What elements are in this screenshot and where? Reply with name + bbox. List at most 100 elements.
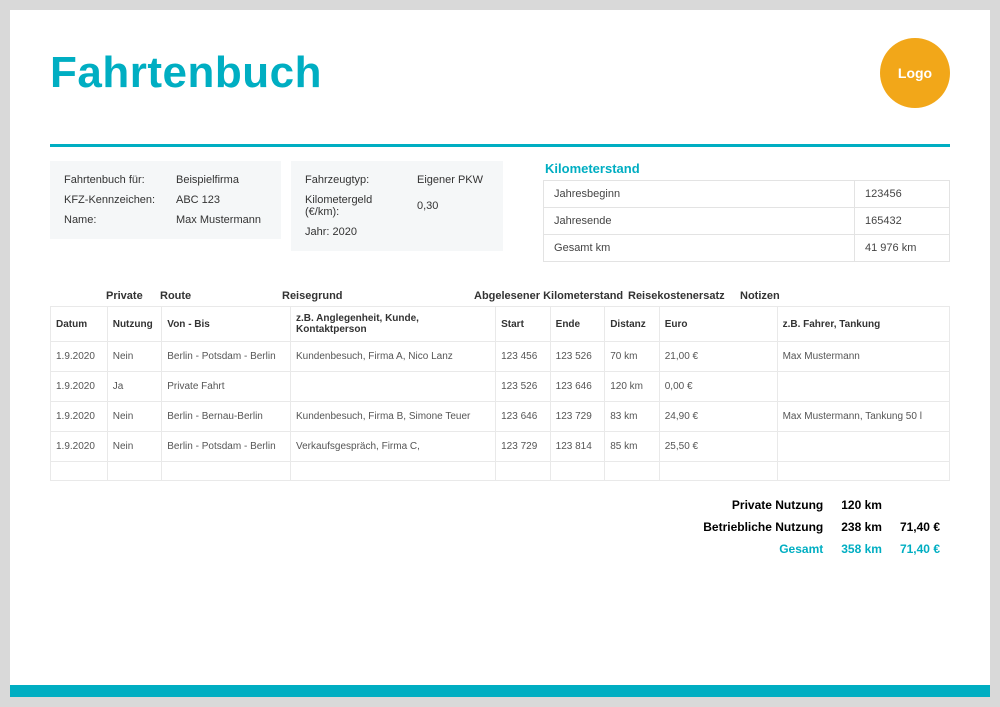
- label: Gesamt: [695, 539, 831, 559]
- cell-datum: 1.9.2020: [51, 372, 108, 402]
- group-notizen: Notizen: [740, 290, 950, 302]
- cell-start: [496, 462, 551, 481]
- cell-euro: 25,50 €: [659, 432, 777, 462]
- col-datum: Datum: [51, 307, 108, 342]
- label: Kilometergeld (€/km):: [305, 191, 415, 221]
- page: Fahrtenbuch Logo Fahrtenbuch für:Beispie…: [10, 10, 990, 697]
- cell-nutz: Nein: [107, 402, 162, 432]
- cell-dist: [605, 462, 660, 481]
- log-section: Private Route Reisegrund Abgelesener Kil…: [50, 290, 950, 481]
- table-row: 1.9.2020NeinBerlin - Bernau-BerlinKunden…: [51, 402, 950, 432]
- vehicle-info-box: Fahrzeugtyp:Eigener PKW Kilometergeld (€…: [291, 161, 503, 251]
- cell-euro: 21,00 €: [659, 342, 777, 372]
- cell-euro: [659, 462, 777, 481]
- cell-ende: 123 814: [550, 432, 605, 462]
- label: Private Nutzung: [695, 495, 831, 515]
- label: Name:: [64, 211, 174, 229]
- table-row: 1.9.2020JaPrivate Fahrt 123 526123 646120…: [51, 372, 950, 402]
- cell-start: 123 526: [496, 372, 551, 402]
- cell-grund: Kundenbesuch, Firma A, Nico Lanz: [291, 342, 496, 372]
- group-abg: Abgelesener Kilometerstand: [474, 290, 628, 302]
- cell-nutz: Nein: [107, 342, 162, 372]
- cell-nutz: Ja: [107, 372, 162, 402]
- label: Fahrtenbuch für:: [64, 171, 174, 189]
- eur: 71,40 €: [892, 517, 948, 537]
- value: 41 976 km: [855, 235, 950, 262]
- cell-dist: 120 km: [605, 372, 660, 402]
- summary-block: Private Nutzung 120 km Betriebliche Nutz…: [50, 493, 950, 561]
- cell-ende: 123 646: [550, 372, 605, 402]
- cell-dist: 70 km: [605, 342, 660, 372]
- cell-datum: [51, 462, 108, 481]
- cell-route: Berlin - Bernau-Berlin: [162, 402, 291, 432]
- cell-grund: [291, 462, 496, 481]
- cell-grund: Verkaufsgespräch, Firma C,: [291, 432, 496, 462]
- eur: 71,40 €: [892, 539, 948, 559]
- cell-notiz: [777, 372, 949, 402]
- summary-private: Private Nutzung 120 km: [695, 495, 948, 515]
- cell-ende: 123 729: [550, 402, 605, 432]
- label: Jahr: 2020: [305, 223, 489, 241]
- group-ersatz: Reisekostenersatz: [628, 290, 740, 302]
- cell-datum: 1.9.2020: [51, 432, 108, 462]
- table-row: 1.9.2020NeinBerlin - Potsdam - BerlinVer…: [51, 432, 950, 462]
- value: Beispielfirma: [176, 171, 267, 189]
- col-notiz: z.B. Fahrer, Tankung: [777, 307, 949, 342]
- value: Max Mustermann: [176, 211, 267, 229]
- info-row: Fahrtenbuch für:Beispielfirma KFZ-Kennze…: [50, 161, 950, 262]
- cell-nutz: Nein: [107, 432, 162, 462]
- cell-notiz: [777, 432, 949, 462]
- cell-start: 123 729: [496, 432, 551, 462]
- cell-start: 123 456: [496, 342, 551, 372]
- col-ende: Ende: [550, 307, 605, 342]
- col-vonbis: Von - Bis: [162, 307, 291, 342]
- value: ABC 123: [176, 191, 267, 209]
- label: Fahrzeugtyp:: [305, 171, 415, 189]
- column-group-header: Private Route Reisegrund Abgelesener Kil…: [50, 290, 950, 302]
- label: Betriebliche Nutzung: [695, 517, 831, 537]
- odometer-table: Jahresbeginn123456 Jahresende165432 Gesa…: [543, 180, 950, 262]
- odometer-block: Kilometerstand Jahresbeginn123456 Jahres…: [543, 161, 950, 262]
- company-info-box: Fahrtenbuch für:Beispielfirma KFZ-Kennze…: [50, 161, 281, 239]
- divider: [50, 144, 950, 147]
- cell-route: Berlin - Potsdam - Berlin: [162, 432, 291, 462]
- cell-grund: Kundenbesuch, Firma B, Simone Teuer: [291, 402, 496, 432]
- col-nutzung: Nutzung: [107, 307, 162, 342]
- cell-datum: 1.9.2020: [51, 342, 108, 372]
- col-euro: Euro: [659, 307, 777, 342]
- value: Eigener PKW: [417, 171, 489, 189]
- cell-euro: 0,00 €: [659, 372, 777, 402]
- col-grund: z.B. Anglegenheit, Kunde, Kontaktperson: [291, 307, 496, 342]
- km: 358 km: [833, 539, 890, 559]
- cell-dist: 85 km: [605, 432, 660, 462]
- eur: [892, 495, 948, 515]
- cell-notiz: Max Mustermann, Tankung 50 l: [777, 402, 949, 432]
- table-row: 1.9.2020NeinBerlin - Potsdam - BerlinKun…: [51, 342, 950, 372]
- cell-route: Berlin - Potsdam - Berlin: [162, 342, 291, 372]
- group-private: Private: [106, 290, 160, 302]
- col-start: Start: [496, 307, 551, 342]
- table-header-row: Datum Nutzung Von - Bis z.B. Anglegenhei…: [51, 307, 950, 342]
- cell-notiz: [777, 462, 949, 481]
- value: 165432: [855, 208, 950, 235]
- cell-dist: 83 km: [605, 402, 660, 432]
- group-route: Route: [160, 290, 282, 302]
- label: KFZ-Kennzeichen:: [64, 191, 174, 209]
- label: Jahresende: [544, 208, 855, 235]
- cell-route: [162, 462, 291, 481]
- page-title: Fahrtenbuch: [50, 48, 322, 98]
- footer-bar: [10, 685, 990, 697]
- summary-total: Gesamt 358 km 71,40 €: [695, 539, 948, 559]
- cell-notiz: Max Mustermann: [777, 342, 949, 372]
- cell-ende: [550, 462, 605, 481]
- col-distanz: Distanz: [605, 307, 660, 342]
- table-row: [51, 462, 950, 481]
- summary-business: Betriebliche Nutzung 238 km 71,40 €: [695, 517, 948, 537]
- group-grund: Reisegrund: [282, 290, 474, 302]
- cell-datum: 1.9.2020: [51, 402, 108, 432]
- label: Gesamt km: [544, 235, 855, 262]
- logo-placeholder: Logo: [880, 38, 950, 108]
- cell-route: Private Fahrt: [162, 372, 291, 402]
- odometer-heading: Kilometerstand: [545, 161, 950, 176]
- log-table: Datum Nutzung Von - Bis z.B. Anglegenhei…: [50, 306, 950, 481]
